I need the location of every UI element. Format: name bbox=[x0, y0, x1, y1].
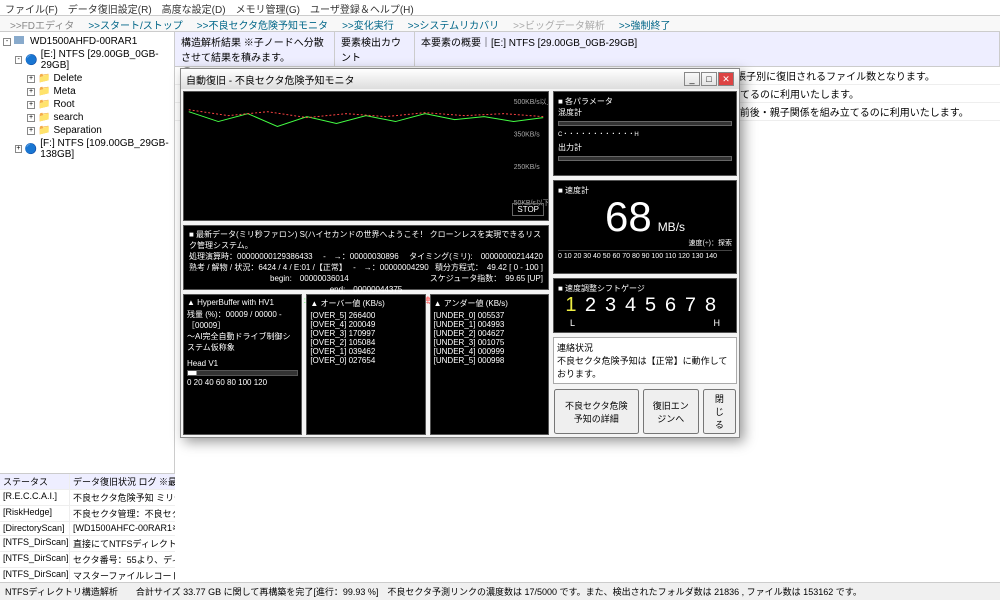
monitor-title-text: 自動復旧 - 不良セクタ危険予知モニタ bbox=[186, 72, 355, 87]
tree-root[interactable]: -WD1500AHFD-00RAR1 bbox=[3, 35, 171, 48]
monitor-titlebar[interactable]: 自動復旧 - 不良セクタ危険予知モニタ _□✕ bbox=[181, 69, 739, 89]
menu-advanced[interactable]: 高度な設定(D) bbox=[162, 1, 226, 14]
expand-icon[interactable]: + bbox=[27, 75, 35, 83]
stop-button[interactable]: STOP bbox=[512, 203, 544, 216]
info-panel: ■ 最新データ(ミリ秒ファロン) S(ハイセカンドの世界へようこそ！ クローンレ… bbox=[183, 225, 549, 290]
tb-convert[interactable]: >>変化実行 bbox=[342, 17, 394, 30]
footer-status: NTFSディレクトリ構造解析 合計サイズ 33.77 GB に関して再構築を完了… bbox=[0, 582, 1000, 600]
log-row: [R.E.C.C.A.I.]不良セクタ危険予知 ミリセカンド検査 bbox=[0, 490, 175, 506]
expand-icon[interactable]: + bbox=[27, 127, 35, 135]
menu-data-recovery[interactable]: データ復旧設定(R) bbox=[68, 1, 152, 14]
engine-button[interactable]: 復旧エンジンへ bbox=[643, 389, 699, 434]
expand-icon[interactable]: + bbox=[27, 114, 35, 122]
under-panel: ▲ アンダー値 (KB/s) [UNDER_0] 005537 [UNDER_1… bbox=[430, 294, 549, 435]
expand-icon[interactable]: + bbox=[15, 145, 22, 153]
tree-folder-search[interactable]: +📁search bbox=[3, 111, 171, 124]
tb-force-stop[interactable]: >>強制終了 bbox=[619, 17, 671, 30]
svg-text:350KB/s: 350KB/s bbox=[514, 131, 541, 138]
collapse-icon[interactable]: - bbox=[3, 38, 11, 46]
status-title: ステータス bbox=[0, 474, 70, 489]
col-summary[interactable]: 本要素の概要｜[E:] NTFS [29.00GB_0GB-29GB] bbox=[415, 32, 1000, 66]
tb-editor[interactable]: >>FDエディタ bbox=[10, 17, 74, 30]
tb-bigdata[interactable]: >>ビッグデータ解析 bbox=[513, 17, 605, 30]
status-log: ステータスデータ復旧状況 ログ ※最大2500件まで [R.E.C.C.A.I.… bbox=[0, 473, 175, 600]
toolbar: >>FDエディタ >>スタート/ストップ >>不良セクタ危険予知モニタ >>変化… bbox=[0, 16, 1000, 32]
hyperbuffer-panel: ▲ HyperBuffer with HV1 残量 (%)：00009 / 00… bbox=[183, 294, 302, 435]
menubar: ファイル(F) データ復旧設定(R) 高度な設定(D) メモリ管理(G) ユーザ… bbox=[0, 0, 1000, 16]
col-count[interactable]: 要素検出カウント bbox=[335, 32, 415, 66]
menu-memory[interactable]: メモリ管理(G) bbox=[236, 1, 300, 14]
shift-gauge: ■ 速度調整シフトゲージ 12345678 LH bbox=[553, 278, 737, 333]
monitor-window: 自動復旧 - 不良セクタ危険予知モニタ _□✕ 500KB/s以上 350KB/… bbox=[180, 68, 740, 438]
speed-gauge: ■ 速度計 68MB/s 速度(÷)：探索 0 10 20 30 40 50 6… bbox=[553, 180, 737, 274]
tree-folder-delete[interactable]: +📁Delete bbox=[3, 72, 171, 85]
connection-status: 連絡状況 不良セクタ危険予知は【正常】に動作しております。 bbox=[553, 337, 737, 384]
tree-partition-e[interactable]: -🔵[E:] NTFS [29.00GB_0GB-29GB] bbox=[3, 48, 171, 72]
menu-user-help[interactable]: ユーザ登録＆ヘルプ(H) bbox=[310, 1, 414, 14]
close-dialog-button[interactable]: 閉じる bbox=[703, 389, 736, 434]
log-row: [NTFS_DirScan]直接にてNTFSディレクトリ構造を解析 bbox=[0, 536, 175, 552]
expand-icon[interactable]: + bbox=[27, 88, 35, 96]
min-button[interactable]: _ bbox=[684, 72, 700, 86]
detail-button[interactable]: 不良セクタ危険予知の詳細 bbox=[554, 389, 639, 434]
tb-start-stop[interactable]: >>スタート/ストップ bbox=[88, 17, 182, 30]
collapse-icon[interactable]: - bbox=[15, 56, 22, 64]
over-panel: ▲ オーバー値 (KB/s) [OVER_5] 266400 [OVER_4] … bbox=[306, 294, 425, 435]
tree-folder-meta[interactable]: +📁Meta bbox=[3, 85, 171, 98]
close-button[interactable]: ✕ bbox=[718, 72, 734, 86]
svg-text:250KB/s: 250KB/s bbox=[514, 164, 541, 171]
log-row: [RiskHedge]不良セクタ管理：不良セクタ危険予知モ bbox=[0, 506, 175, 522]
tree-folder-separation[interactable]: +📁Separation bbox=[3, 124, 171, 137]
col-structure[interactable]: 構造解析結果 ※子ノードへ分散させて結果を積みます。 bbox=[175, 32, 335, 66]
speed-graph: 500KB/s以上 350KB/s 250KB/s 50KB/s以下 STOP bbox=[183, 91, 549, 221]
menu-file[interactable]: ファイル(F) bbox=[5, 1, 58, 14]
expand-icon[interactable]: + bbox=[27, 101, 35, 109]
tree-folder-root[interactable]: +📁Root bbox=[3, 98, 171, 111]
log-row: [DirectoryScan][WD1500AHFC-00RAR1※[E:] N… bbox=[0, 522, 175, 536]
tree-partition-f[interactable]: +🔵[F:] NTFS [109.00GB_29GB-138GB] bbox=[3, 137, 171, 161]
max-button[interactable]: □ bbox=[701, 72, 717, 86]
param-panel: ■ 各パラメータ 混度計 C・・・・・・・・・・・・H 出力計 bbox=[553, 91, 737, 176]
tb-monitor[interactable]: >>不良セクタ危険予知モニタ bbox=[197, 17, 328, 30]
svg-text:500KB/s以上: 500KB/s以上 bbox=[514, 97, 548, 106]
log-row: [NTFS_DirScan]セクタ番号：55より、ディレクトリ構造解析を開始いた… bbox=[0, 552, 175, 568]
tb-recovery[interactable]: >>システムリカバリ bbox=[408, 17, 499, 30]
